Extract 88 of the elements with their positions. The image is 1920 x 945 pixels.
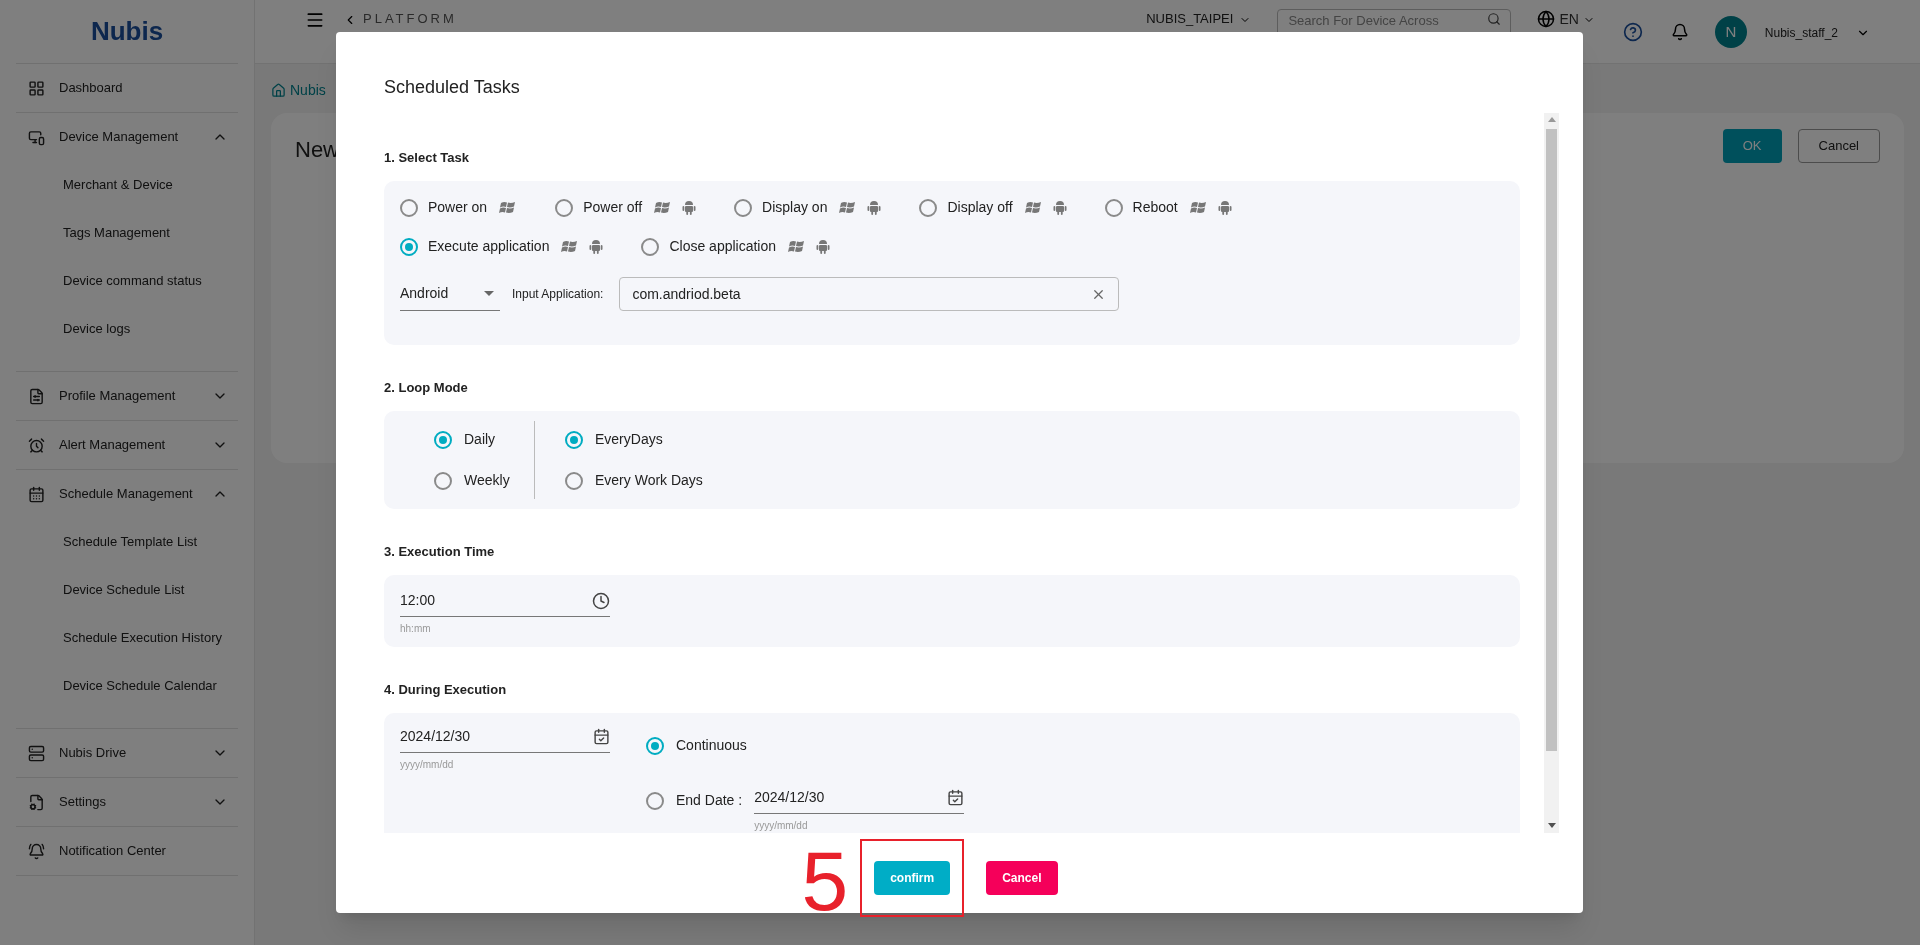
radio-label: Reboot [1132,198,1178,217]
sidebar-subitem[interactable]: Device Schedule Calendar [16,662,238,710]
sidebar-subitem[interactable]: Device Schedule List [16,566,238,614]
radio-label: Every Work Days [595,471,703,490]
radio-button[interactable] [734,198,753,217]
step-number: 5 [801,839,849,923]
application-field[interactable]: com.andriod.beta [619,277,1120,311]
radio-button[interactable] [646,736,664,755]
radio-label: Power on [428,198,488,217]
confirm-button[interactable]: confirm [874,861,951,895]
sidebar-subitem[interactable]: Device logs [16,305,238,353]
sidebar-subitem[interactable]: Schedule Template List [16,518,238,566]
clock-icon[interactable] [592,591,610,610]
radio-button[interactable] [434,471,452,490]
radio-button[interactable] [555,198,574,217]
sidebar-item[interactable]: Schedule Management [16,470,238,518]
radio-label: End Date : [676,791,743,810]
radio-button[interactable] [565,471,583,490]
sidebar-subitem[interactable]: Schedule Execution History [16,614,238,662]
section-heading: 3. Execution Time [384,543,496,562]
radio-label: Display on [762,198,828,217]
menu-item-icon [28,436,45,454]
notification-icon[interactable] [1670,23,1689,41]
radio-button[interactable] [400,237,418,256]
dialog-title: Scheduled Tasks [383,76,521,99]
radio-label: Daily [464,430,496,449]
helper-text: yyyy/mm/dd [400,758,455,772]
menu-item-icon [28,744,45,762]
start-date-field[interactable]: 2024/12/30 [400,721,610,753]
user-name: Nubis_staff_2 [1764,25,1838,42]
radio-button[interactable] [400,198,418,217]
sidebar-item[interactable]: Nubis Drive [16,729,238,777]
radio-label: EveryDays [595,430,663,449]
radio-label: Execute application [428,237,550,256]
menu-item-icon [28,485,45,503]
radio-label: Continuous [676,736,747,755]
sidebar-subitem[interactable]: Tags Management [16,209,238,257]
helper-text: hh:mm [400,622,432,636]
sidebar-subitem[interactable]: Merchant & Device [16,161,238,209]
platform-select[interactable]: Android [400,277,500,311]
sidebar-item[interactable]: Alert Management [16,421,238,469]
scroll-down-icon[interactable] [1547,823,1556,829]
radio-button[interactable] [646,791,664,810]
logo[interactable]: Nubis [90,12,164,51]
radio-button[interactable] [1104,198,1123,217]
back-link[interactable]: PLATFORM [363,10,457,28]
sidebar-item[interactable]: Dashboard [16,64,238,112]
menu-item-icon [28,793,45,811]
scrollbar[interactable] [1544,113,1559,833]
scroll-up-icon[interactable] [1547,117,1556,123]
globe-icon[interactable] [1537,10,1556,28]
radio-button[interactable] [919,198,938,217]
radio-label: Close application [669,237,777,256]
end-date-field[interactable]: 2024/12/30 [754,782,965,814]
menu-item-icon [28,128,45,146]
helper-text: yyyy/mm/dd [754,819,809,833]
store-dropdown[interactable]: NUBIS_TAIPEI [1146,10,1234,28]
menu-item-icon [28,842,45,860]
field-label: Input Application: [512,286,604,303]
breadcrumb-link[interactable]: Nubis [290,80,326,101]
radio-button[interactable] [434,430,452,449]
help-icon[interactable] [1622,22,1643,42]
cancel-button[interactable]: Cancel [986,861,1058,895]
sidebar-item[interactable]: Notification Center [16,827,238,875]
dropdown-arrow-icon[interactable] [484,291,494,296]
calendar-icon[interactable] [593,728,610,745]
avatar[interactable]: N [1714,16,1747,48]
radio-label: Display off [947,198,1013,217]
menu-icon[interactable] [305,10,325,30]
time-field[interactable]: 12:00 [400,585,610,617]
radio-button[interactable] [565,430,583,449]
page-button[interactable]: Cancel [1797,129,1880,163]
home-icon[interactable] [271,83,286,98]
menu-item-icon [28,79,45,97]
section-heading: 1. Select Task [384,149,471,168]
search-icon[interactable] [1487,12,1502,26]
radio-label: Power off [583,198,643,217]
section-heading: 2. Loop Mode [384,379,469,398]
sidebar-item[interactable]: Profile Management [16,372,238,420]
sidebar-item[interactable]: Settings [16,778,238,826]
language-selector[interactable]: EN [1559,10,1579,28]
radio-button[interactable] [641,237,660,256]
sidebar-subitem[interactable]: Device command status [16,257,238,305]
calendar-icon[interactable] [947,789,965,806]
radio-label: Weekly [464,471,510,490]
menu-item-icon [28,387,45,405]
sidebar-item[interactable]: Device Management [16,113,238,161]
section-heading: 4. During Execution [384,681,508,700]
